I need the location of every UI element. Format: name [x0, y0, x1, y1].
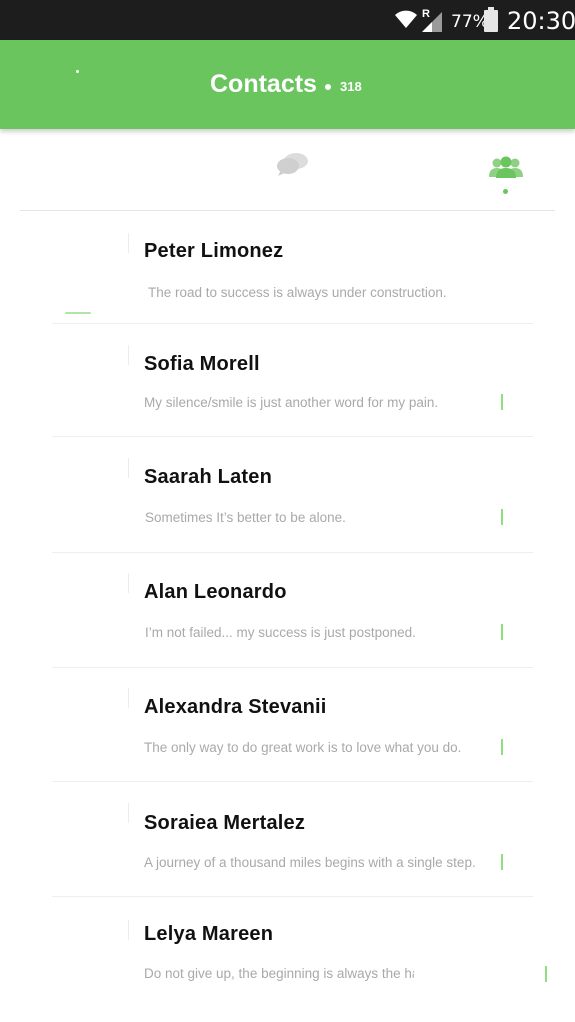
contact-name: Alan Leonardo: [144, 581, 287, 603]
contacts-count: 318: [340, 79, 362, 94]
signal-icon: [422, 12, 442, 32]
title-separator-dot: [325, 84, 331, 90]
contact-item[interactable]: Alexandra Stevanii The only way to do gr…: [0, 670, 575, 782]
online-indicator: [501, 394, 503, 410]
online-indicator: [501, 509, 503, 525]
row-separator: [52, 436, 533, 437]
contact-item[interactable]: Saarah Laten Sometimes It’s better to be…: [0, 440, 575, 553]
contact-status: Do not give up, the beginning is always …: [144, 966, 414, 981]
clock: 20:30: [507, 7, 575, 35]
divider-line: [128, 803, 129, 823]
chat-bubbles-icon[interactable]: [276, 151, 310, 177]
contact-name: Lelya Mareen: [144, 923, 274, 945]
contact-status: I’m not failed... my success is just pos…: [145, 625, 416, 640]
online-indicator: [501, 854, 503, 870]
active-tab-indicator: [503, 189, 508, 194]
divider-line: [128, 345, 129, 365]
divider-line: [128, 233, 129, 253]
wifi-icon: [395, 10, 417, 28]
avatar: [65, 312, 91, 314]
group-icon[interactable]: [488, 155, 524, 179]
row-separator: [52, 667, 533, 668]
app-bar: Contacts 318: [0, 40, 575, 129]
row-separator: [52, 781, 533, 782]
contact-name: Sofia Morell: [144, 353, 260, 375]
divider-line: [128, 458, 129, 478]
tab-bar: [0, 129, 575, 212]
contact-name: Saarah Laten: [144, 466, 273, 488]
battery-icon: [484, 7, 498, 32]
menu-icon[interactable]: [76, 70, 79, 73]
contact-item[interactable]: Peter Limonez The road to success is alw…: [0, 215, 575, 324]
contact-name: Peter Limonez: [144, 240, 284, 262]
divider-line: [128, 688, 129, 708]
contact-name: Alexandra Stevanii: [144, 696, 327, 718]
contact-status: Sometimes It’s better to be alone.: [145, 510, 346, 525]
divider-line: [128, 920, 129, 940]
row-separator: [52, 552, 533, 553]
online-indicator: [545, 966, 547, 982]
contact-item[interactable]: Sofia Morell My silence/smile is just an…: [0, 327, 575, 437]
online-indicator: [501, 624, 503, 640]
contact-item[interactable]: Soraiea Mertalez A journey of a thousand…: [0, 785, 575, 897]
online-indicator: [501, 739, 503, 755]
contact-item[interactable]: Lelya Mareen Do not give up, the beginni…: [0, 897, 575, 997]
status-bar: R 77% 20:30: [0, 0, 575, 40]
contact-item[interactable]: Alan Leonardo I’m not failed... my succe…: [0, 555, 575, 668]
contact-status: A journey of a thousand miles begins wit…: [144, 855, 476, 870]
page-title: Contacts: [210, 70, 317, 98]
contact-status: The road to success is always under cons…: [148, 285, 447, 300]
contact-status: The only way to do great work is to love…: [144, 740, 462, 755]
tabs-divider: [20, 210, 555, 211]
row-separator: [52, 323, 533, 324]
contact-status: My silence/smile is just another word fo…: [144, 395, 439, 410]
divider-line: [128, 573, 129, 593]
contact-name: Soraiea Mertalez: [144, 812, 306, 834]
